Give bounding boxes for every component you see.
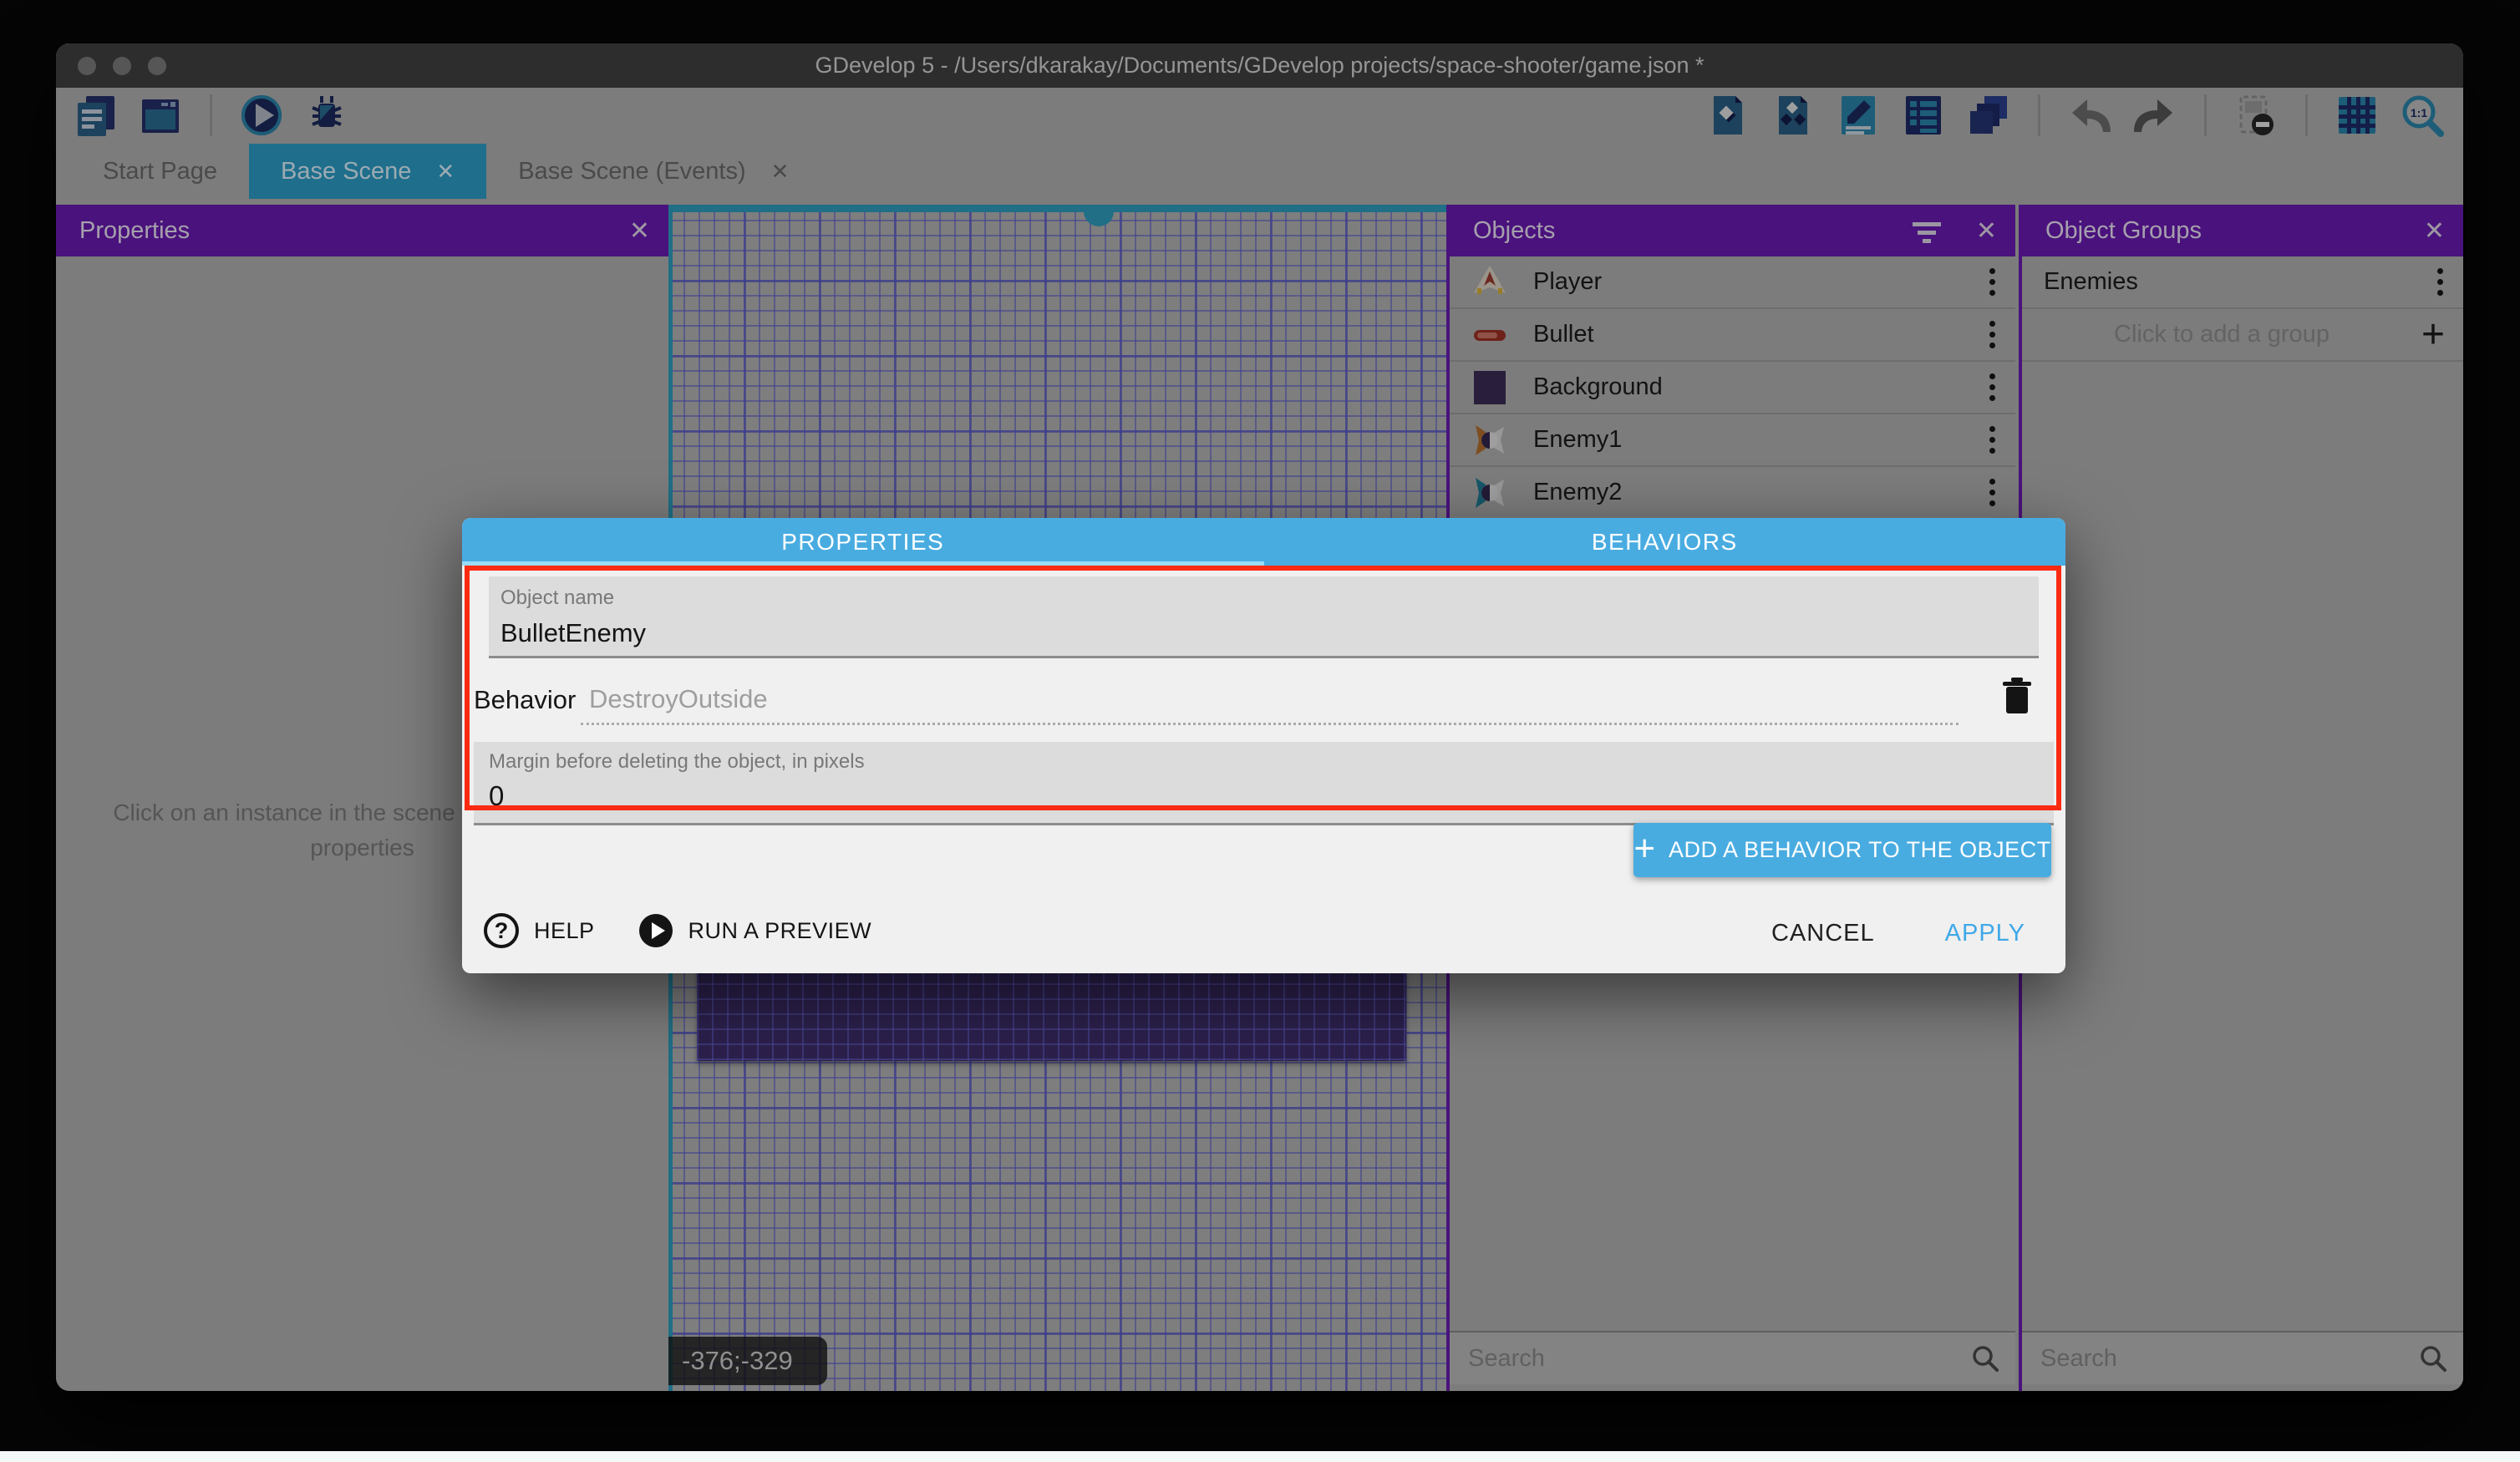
dialog-tab-bar: PROPERTIES BEHAVIORS xyxy=(462,518,2065,566)
object-name-value[interactable]: BulletEnemy xyxy=(500,618,646,648)
behavior-label: Behavior xyxy=(474,685,576,715)
add-behavior-button[interactable]: + ADD A BEHAVIOR TO THE OBJECT xyxy=(1633,823,2051,877)
play-icon[interactable] xyxy=(638,913,673,948)
add-behavior-button-label: ADD A BEHAVIOR TO THE OBJECT xyxy=(1669,837,2051,863)
apply-button[interactable]: APPLY xyxy=(1945,920,2025,947)
dialog-tab-properties[interactable]: PROPERTIES xyxy=(462,518,1264,566)
help-button[interactable]: HELP xyxy=(534,918,595,944)
object-editor-dialog: PROPERTIES BEHAVIORS Object name BulletE… xyxy=(462,518,2065,973)
object-name-field[interactable]: Object name BulletEnemy xyxy=(489,576,2039,658)
dialog-tab-behaviors[interactable]: BEHAVIORS xyxy=(1264,518,2066,566)
cancel-button[interactable]: CANCEL xyxy=(1771,920,1875,947)
active-tab-indicator xyxy=(462,561,1264,566)
behavior-underline xyxy=(581,723,1959,725)
run-preview-button[interactable]: RUN A PREVIEW xyxy=(688,918,872,944)
plus-icon: + xyxy=(1633,830,1655,867)
object-name-label: Object name xyxy=(500,586,614,610)
margin-field[interactable]: Margin before deleting the object, in pi… xyxy=(474,742,2054,825)
margin-label: Margin before deleting the object, in pi… xyxy=(489,750,865,774)
dialog-footer: ? HELP RUN A PREVIEW CANCEL APPLY xyxy=(462,893,2065,973)
screenshot-root: GDevelop 5 - /Users/dkarakay/Documents/G… xyxy=(0,0,2520,1462)
behavior-row: Behavior DestroyOutside xyxy=(474,670,2035,730)
desktop-edge-strip xyxy=(0,1451,2520,1462)
behavior-name-value[interactable]: DestroyOutside xyxy=(589,684,768,714)
help-icon[interactable]: ? xyxy=(484,913,519,948)
delete-behavior-icon[interactable] xyxy=(2000,677,2034,717)
margin-value[interactable]: 0 xyxy=(489,780,504,812)
